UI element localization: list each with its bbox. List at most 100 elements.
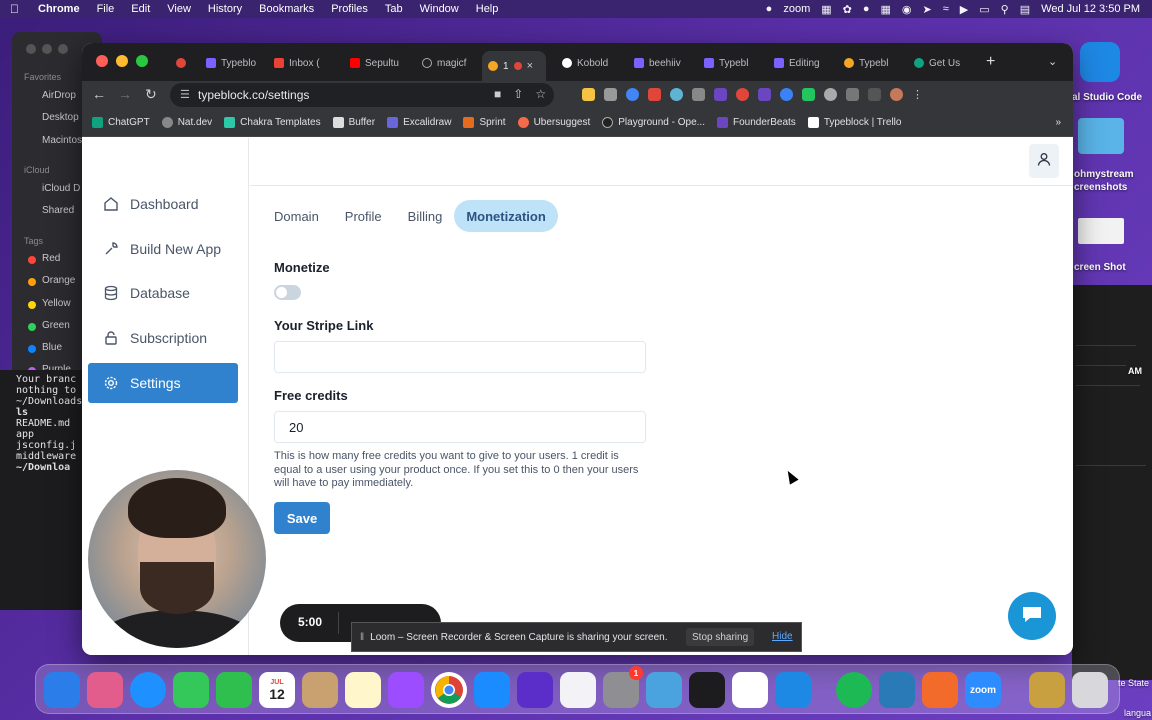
browser-tab[interactable]: Kobold [556, 52, 618, 74]
extension-icon[interactable] [648, 88, 661, 101]
zoom-dock-icon[interactable]: zoom [965, 672, 1001, 708]
nav-database[interactable]: Database [88, 273, 238, 313]
support-chat-button[interactable] [1008, 592, 1056, 640]
messages-dock-icon[interactable] [173, 672, 209, 708]
bookmark-item[interactable]: Ubersuggest [517, 117, 590, 128]
extension-icon[interactable] [626, 88, 639, 101]
safari-dock-icon[interactable] [130, 672, 166, 708]
reminders-dock-icon[interactable] [560, 672, 596, 708]
monetize-toggle[interactable] [274, 285, 301, 300]
menu-edit[interactable]: Edit [131, 3, 150, 15]
maximize-window-button[interactable] [136, 55, 148, 67]
nav-settings[interactable]: Settings [88, 363, 238, 403]
extension-icon[interactable] [714, 88, 727, 101]
trash-dock-icon[interactable] [1072, 672, 1108, 708]
apple-icon[interactable]:  [10, 2, 24, 16]
system-settings-dock-icon[interactable]: 1 [603, 666, 643, 708]
finder-item-airdrop[interactable]: AirDrop [42, 90, 76, 101]
browser-tab[interactable]: Get Us [908, 52, 970, 74]
minimize-window-button[interactable] [116, 55, 128, 67]
menu-tab[interactable]: Tab [385, 3, 403, 15]
sidebar-icon[interactable] [868, 88, 881, 101]
browser-tab[interactable]: Inbox ( [268, 52, 330, 74]
finder-tag-yellow[interactable]: Yellow [42, 298, 71, 309]
new-tab-button[interactable]: + [986, 53, 995, 71]
browser-tab[interactable]: Typeblo [200, 52, 262, 74]
chrome-dock-icon[interactable] [431, 672, 467, 708]
back-icon[interactable]: ← [92, 86, 106, 102]
bookmark-item[interactable]: ChatGPT [92, 117, 150, 128]
vscode-dock-icon[interactable] [775, 672, 811, 708]
menu-profiles[interactable]: Profiles [331, 3, 368, 15]
control-center-icon[interactable]: ▤ [1020, 3, 1030, 16]
browser-tab[interactable]: magicf [416, 52, 478, 74]
bookmark-item[interactable]: FounderBeats [716, 117, 796, 128]
loom-webcam-bubble[interactable] [88, 470, 266, 648]
close-window-button[interactable] [96, 55, 108, 67]
finder-item-shared[interactable]: Shared [42, 205, 74, 216]
drag-handle-icon[interactable]: ‖ [360, 632, 364, 643]
extension-icon[interactable] [582, 88, 595, 101]
finder-tag-red[interactable]: Red [42, 253, 60, 264]
tab-domain[interactable]: Domain [268, 200, 325, 232]
mysql-dock-icon[interactable] [879, 672, 915, 708]
browser-tab[interactable] [170, 52, 196, 74]
screenshot-icon[interactable] [1078, 218, 1124, 244]
extension-icon[interactable] [670, 88, 683, 101]
podcasts-dock-icon[interactable] [388, 672, 424, 708]
browser-tab[interactable]: Sepultu [344, 52, 406, 74]
finder-dock-icon[interactable] [44, 672, 80, 708]
search-icon[interactable]: ⚲ [1001, 3, 1009, 16]
finder-tag-orange[interactable]: Orange [42, 275, 75, 286]
extension-icon[interactable] [758, 88, 771, 101]
bird-icon[interactable]: ➤ [923, 3, 932, 16]
stop-sharing-button[interactable]: Stop sharing [686, 628, 755, 646]
grid-icon[interactable]: ▦ [881, 3, 891, 16]
finder-item-desktop[interactable]: Desktop [42, 112, 79, 123]
browser-tab-active[interactable]: 1 × [482, 51, 546, 81]
bookmark-star-icon[interactable]: ☆ [535, 87, 546, 101]
browser-tab[interactable]: beehiiv [628, 52, 690, 74]
tab-billing[interactable]: Billing [402, 200, 449, 232]
extension-icon[interactable] [780, 88, 793, 101]
facetime-dock-icon[interactable] [216, 672, 252, 708]
loom-icon[interactable]: ✿ [843, 3, 852, 16]
share-icon[interactable]: ⇧ [513, 87, 523, 101]
profile-avatar[interactable] [890, 88, 903, 101]
menu-app-name[interactable]: Chrome [38, 3, 80, 15]
menu-datetime[interactable]: Wed Jul 12 3:50 PM [1041, 3, 1140, 15]
bookmark-item[interactable]: Typeblock | Trello [807, 117, 901, 128]
tab-profile[interactable]: Profile [339, 200, 388, 232]
battery-icon[interactable]: ▭ [979, 3, 989, 16]
menu-file[interactable]: File [97, 3, 115, 15]
finder-item-icloud-drive[interactable]: iCloud D [42, 183, 80, 194]
stripe-link-input[interactable] [274, 341, 646, 373]
vscode-window[interactable] [1072, 285, 1152, 680]
play-icon[interactable]: ▶ [960, 3, 968, 16]
browser-tab[interactable]: Typebl [698, 52, 760, 74]
user-menu-button[interactable] [1029, 144, 1059, 178]
firefox-dock-icon[interactable] [517, 672, 553, 708]
camera-icon[interactable]: ■ [494, 87, 501, 101]
forward-icon[interactable]: → [118, 86, 132, 102]
contacts-dock-icon[interactable] [302, 672, 338, 708]
menu-help[interactable]: Help [476, 3, 499, 15]
app-store-dock-icon[interactable] [474, 672, 510, 708]
close-tab-icon[interactable]: × [527, 60, 533, 72]
menu-window[interactable]: Window [420, 3, 459, 15]
menu-view[interactable]: View [167, 3, 191, 15]
finder-tag-green[interactable]: Green [42, 320, 70, 331]
extensions-puzzle-icon[interactable] [846, 88, 859, 101]
vpn-icon[interactable]: ◉ [902, 3, 912, 16]
launchpad-dock-icon[interactable] [87, 672, 123, 708]
wifi-icon[interactable]: ≈ [943, 3, 949, 15]
reload-icon[interactable]: ↻ [145, 86, 157, 103]
menu-bookmarks[interactable]: Bookmarks [259, 3, 314, 15]
warp-dock-icon[interactable] [689, 672, 725, 708]
extension-icon[interactable] [692, 88, 705, 101]
chat-icon[interactable]: ● [863, 3, 870, 15]
finder-item-macintosh[interactable]: Macintosh [42, 135, 88, 146]
bookmark-item[interactable]: Buffer [332, 117, 375, 128]
microphone-icon[interactable]: ● [766, 3, 773, 15]
bookmark-item[interactable]: Sprint [463, 117, 506, 128]
